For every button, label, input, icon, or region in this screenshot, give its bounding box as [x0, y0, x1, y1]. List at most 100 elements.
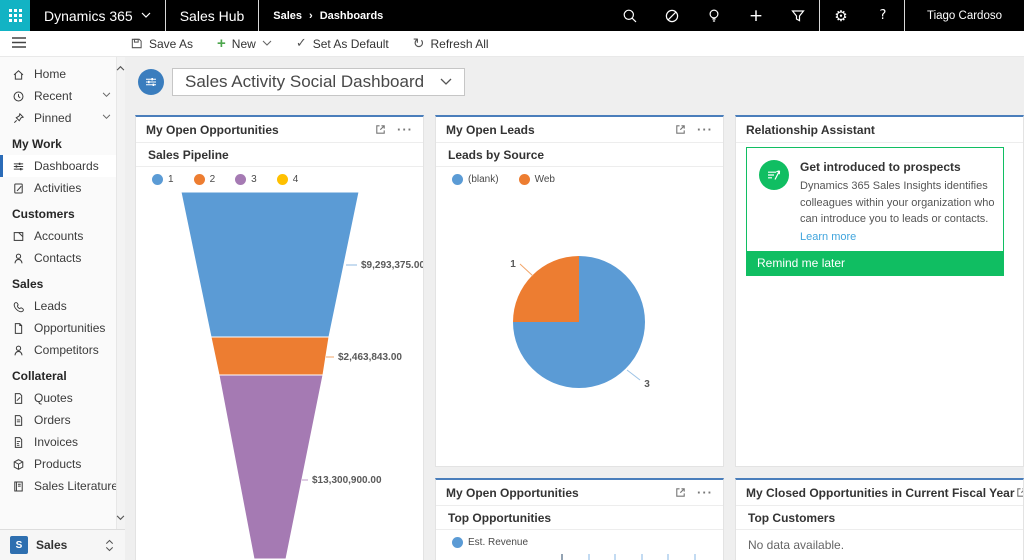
sidebar-group-collateral: Collateral — [0, 361, 125, 387]
funnel-segment-2[interactable] — [211, 337, 329, 375]
sidebar-item-pinned[interactable]: Pinned — [0, 107, 125, 129]
more-options-button[interactable]: ··· — [697, 123, 713, 136]
set-as-default-button[interactable]: ✓ Set As Default — [296, 37, 389, 51]
legend-item[interactable]: 3 — [235, 174, 257, 185]
legend-item[interactable]: (blank) — [452, 174, 499, 185]
popout-icon[interactable] — [1015, 486, 1024, 499]
popout-icon[interactable] — [674, 123, 687, 136]
user-menu[interactable]: Tiago Cardoso — [905, 0, 1024, 31]
sidebar-item-accounts[interactable]: Accounts — [0, 225, 125, 247]
sidebar-scrollbar[interactable] — [116, 57, 125, 529]
app-name-menu[interactable]: Dynamics 365 — [30, 0, 165, 31]
sidebar-item-orders[interactable]: Orders — [0, 409, 125, 431]
pie-slice-web[interactable] — [513, 256, 579, 322]
settings-button[interactable]: ⚙ — [820, 0, 862, 31]
legend-item[interactable]: 2 — [194, 174, 216, 185]
legend-swatch — [519, 174, 530, 185]
sidebar-item-quotes[interactable]: Quotes — [0, 387, 125, 409]
chart-title: Sales Pipeline — [136, 143, 423, 167]
page-title: Sales Activity Social Dashboard — [185, 72, 424, 92]
cube-icon — [12, 458, 25, 471]
set-as-default-label: Set As Default — [313, 37, 389, 51]
funnel-segment-1[interactable] — [181, 192, 359, 337]
popout-icon[interactable] — [374, 123, 387, 136]
sidebar-item-dashboards[interactable]: Dashboards — [0, 155, 125, 177]
chevron-up-icon — [116, 65, 125, 71]
refresh-all-label: Refresh All — [431, 37, 489, 51]
invoice-document-icon — [12, 436, 25, 449]
hub-name[interactable]: Sales Hub — [166, 0, 259, 31]
legend-swatch — [452, 174, 463, 185]
legend-item[interactable]: Web — [519, 174, 555, 185]
filter-button[interactable] — [777, 0, 819, 31]
sidebar-item-invoices[interactable]: Invoices — [0, 431, 125, 453]
learn-more-link[interactable]: Learn more — [800, 231, 1004, 243]
legend-swatch — [277, 174, 288, 185]
pie-label-blank: 3 — [644, 379, 650, 390]
chevron-down-icon[interactable] — [102, 92, 111, 98]
sidebar-item-recent[interactable]: Recent — [0, 85, 125, 107]
filter-funnel-icon — [790, 8, 806, 24]
area-label: Sales — [36, 538, 67, 552]
user-name: Tiago Cardoso — [927, 10, 1002, 22]
sidebar-group-my-work: My Work — [0, 129, 125, 155]
card-relationship-assistant: Relationship Assistant Get introduced to… — [735, 115, 1024, 467]
funnel-segment-3[interactable] — [219, 375, 323, 559]
leader-line — [520, 264, 533, 276]
more-options-button[interactable]: ··· — [397, 123, 413, 136]
accounts-icon — [12, 230, 25, 243]
up-down-arrows-icon — [104, 539, 115, 552]
new-button[interactable]: + New — [217, 36, 272, 51]
card-top-customers: My Closed Opportunities in Current Fisca… — [735, 478, 1024, 560]
top-navigation-bar: Dynamics 365 Sales Hub Sales › Dashboard… — [0, 0, 1024, 31]
refresh-all-button[interactable]: ↻ Refresh All — [413, 37, 489, 51]
axis-tick — [667, 554, 669, 560]
sidebar-item-competitors[interactable]: Competitors — [0, 339, 125, 361]
person-icon — [12, 344, 25, 357]
area-switcher[interactable]: S Sales — [0, 529, 125, 560]
save-as-label: Save As — [149, 37, 193, 51]
axis-tick — [614, 554, 616, 560]
dashboard-selector[interactable]: Sales Activity Social Dashboard — [172, 68, 465, 96]
card-title: My Open Opportunities — [146, 123, 279, 137]
search-button[interactable] — [609, 0, 651, 31]
more-options-button[interactable]: ··· — [697, 486, 713, 499]
person-icon — [12, 252, 25, 265]
sidebar-item-sales-literature[interactable]: Sales Literature — [0, 475, 125, 497]
sidebar-item-opportunities[interactable]: Opportunities — [0, 317, 125, 339]
remind-me-later-button[interactable]: Remind me later — [747, 251, 1003, 275]
save-as-button[interactable]: Save As — [130, 37, 193, 51]
chevron-down-icon — [440, 78, 452, 86]
sidebar-item-contacts[interactable]: Contacts — [0, 247, 125, 269]
plus-icon: + — [217, 36, 226, 51]
legend-item[interactable]: 1 — [152, 174, 174, 185]
legend-swatch — [235, 174, 246, 185]
app-launcher-button[interactable] — [0, 0, 30, 31]
funnel-value-label-1: $9,293,375.00 — [361, 260, 423, 271]
sitemap-sidebar: Home Recent Pinned My Work Dashboards — [0, 57, 125, 560]
card-title: My Open Opportunities — [446, 486, 579, 500]
document-icon — [12, 322, 25, 335]
sidebar-item-products[interactable]: Products — [0, 453, 125, 475]
sidebar-item-leads[interactable]: Leads — [0, 295, 125, 317]
sidebar-item-activities[interactable]: Activities — [0, 177, 125, 199]
chevron-down-icon — [116, 515, 125, 521]
breadcrumb-page[interactable]: Dashboards — [320, 10, 384, 22]
pie-legend: (blank) Web — [436, 167, 723, 185]
insights-button[interactable] — [693, 0, 735, 31]
popout-icon[interactable] — [674, 486, 687, 499]
quick-create-button[interactable]: + — [735, 0, 777, 31]
breadcrumb-section[interactable]: Sales — [273, 10, 302, 22]
help-button[interactable]: ? — [862, 0, 904, 31]
clock-icon — [12, 90, 25, 103]
dashboard-header: Sales Activity Social Dashboard — [138, 68, 465, 96]
sitemap-toggle-button[interactable] — [11, 36, 27, 54]
chevron-down-icon[interactable] — [102, 114, 111, 120]
sales-pipeline-funnel-chart: $9,293,375.00 $2,463,843.00 $13,300,900.… — [136, 189, 423, 560]
legend-item[interactable]: Est. Revenue — [452, 537, 528, 548]
order-document-icon — [12, 414, 25, 427]
legend-item[interactable]: 4 — [277, 174, 299, 185]
guidance-button[interactable] — [651, 0, 693, 31]
sidebar-item-home[interactable]: Home — [0, 63, 125, 85]
gear-icon: ⚙ — [834, 7, 847, 25]
